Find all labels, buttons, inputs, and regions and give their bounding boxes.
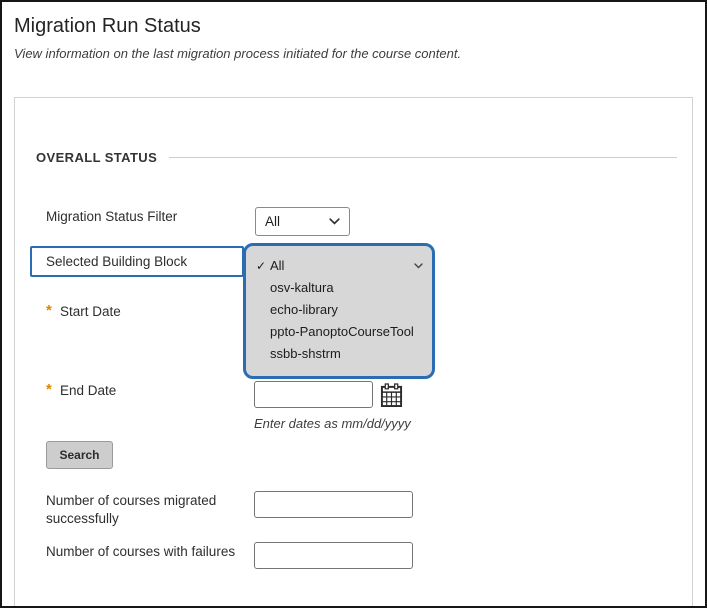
dropdown-option-label: echo-library <box>270 302 338 317</box>
migration-status-filter-select[interactable]: All <box>255 207 350 236</box>
checkmark-icon: ✓ <box>256 255 266 277</box>
courses-migrated-input[interactable] <box>254 491 413 518</box>
dropdown-option-label: ppto-PanoptoCourseTool <box>270 324 414 339</box>
end-date-label: End Date <box>60 383 116 398</box>
chevron-down-icon <box>329 218 340 225</box>
courses-migrated-label: Number of courses migrated successfully <box>46 492 246 528</box>
courses-failures-label: Number of courses with failures <box>46 544 235 559</box>
section-divider <box>169 157 677 158</box>
dropdown-option[interactable]: ppto-PanoptoCourseTool <box>246 321 432 343</box>
start-date-label: Start Date <box>60 304 121 319</box>
required-asterisk: * <box>46 381 52 398</box>
page: Migration Run Status View information on… <box>0 0 707 608</box>
dropdown-option[interactable]: osv-kaltura <box>246 277 432 299</box>
date-format-hint: Enter dates as mm/dd/yyyy <box>254 416 411 431</box>
courses-failures-input[interactable] <box>254 542 413 569</box>
dropdown-option-label: osv-kaltura <box>270 280 334 295</box>
selected-building-block-label-text: Selected Building Block <box>46 254 187 269</box>
dropdown-option[interactable]: echo-library <box>246 299 432 321</box>
overall-status-section-header: OVERALL STATUS <box>36 150 677 165</box>
dropdown-option[interactable]: ssbb-shstrm <box>246 343 432 365</box>
migration-status-filter-label: Migration Status Filter <box>46 209 177 224</box>
end-date-calendar-button[interactable] <box>378 381 405 409</box>
calendar-icon <box>380 383 403 408</box>
end-date-input[interactable] <box>254 381 373 408</box>
search-button[interactable]: Search <box>46 441 113 469</box>
chevron-down-icon <box>414 263 423 269</box>
dropdown-option-all[interactable]: ✓ All <box>246 255 432 277</box>
selected-building-block-label: Selected Building Block <box>30 246 244 277</box>
dropdown-option-label: ssbb-shstrm <box>270 346 341 361</box>
building-block-dropdown[interactable]: ✓ All osv-kaltura echo-library ppto-Pano… <box>243 243 435 379</box>
dropdown-option-label: All <box>270 258 284 273</box>
required-asterisk: * <box>46 302 52 319</box>
page-subtitle: View information on the last migration p… <box>14 46 461 61</box>
overall-status-heading: OVERALL STATUS <box>36 150 157 165</box>
migration-status-filter-value: All <box>265 214 329 229</box>
page-title: Migration Run Status <box>14 15 201 38</box>
